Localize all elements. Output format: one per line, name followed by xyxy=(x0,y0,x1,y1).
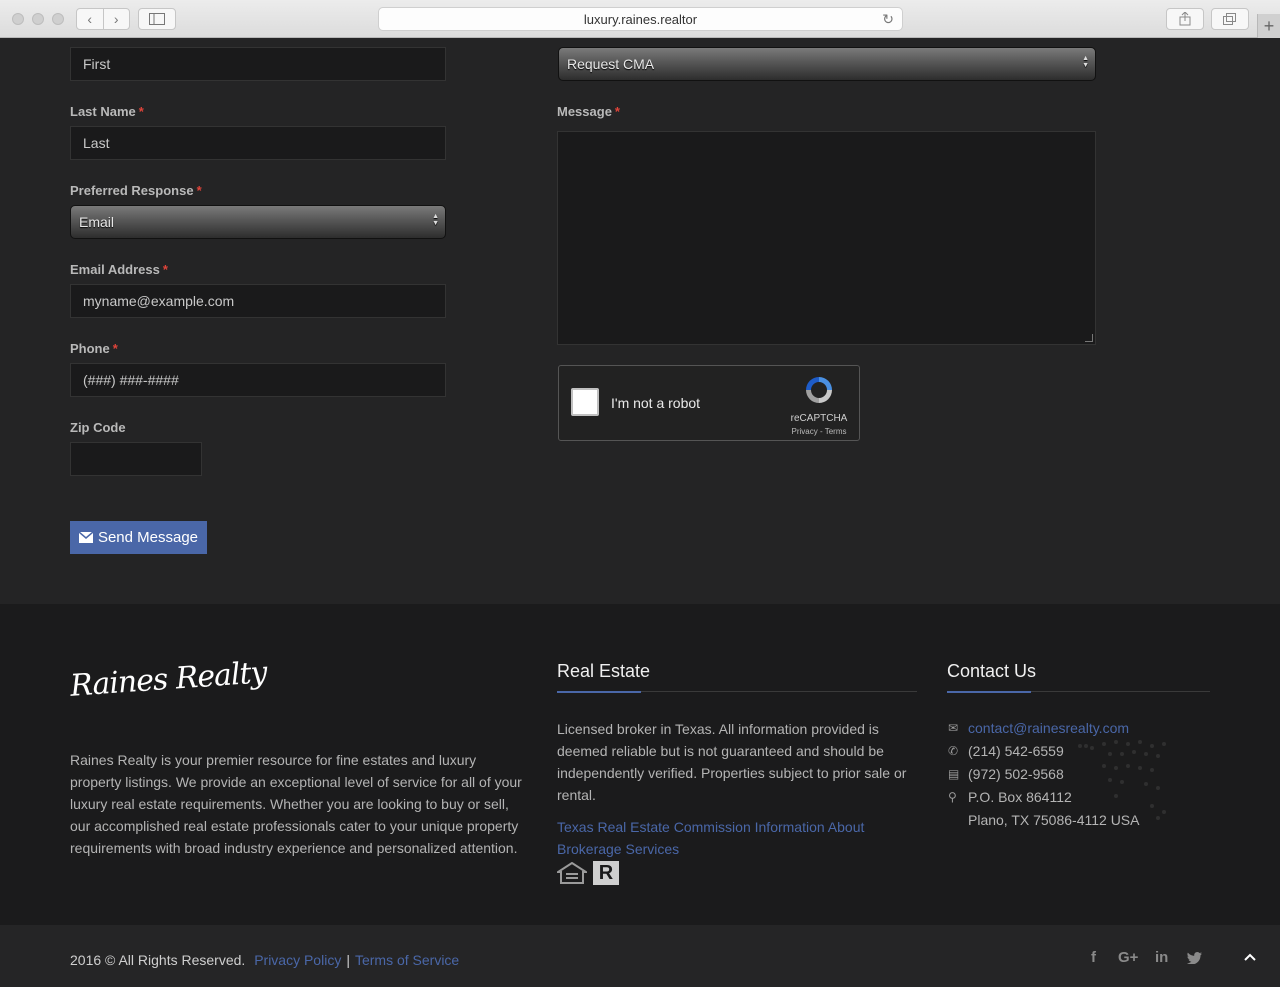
google-plus-icon[interactable]: G+ xyxy=(1118,949,1138,966)
required-mark: * xyxy=(196,183,202,198)
contact-email-row: ✉ contact@rainesrealty.com xyxy=(948,720,1129,736)
message-label: Message * xyxy=(557,104,620,119)
send-message-button[interactable]: Send Message xyxy=(70,521,207,554)
plus-icon: + xyxy=(1263,15,1275,36)
preferred-response-value: Email xyxy=(79,214,115,230)
preferred-response-label: Preferred Response * xyxy=(70,183,202,198)
contact-form: First Last Name * Last Preferred Response… xyxy=(0,38,1280,604)
email-label-text: Email Address xyxy=(70,262,160,277)
linkedin-icon[interactable]: in xyxy=(1155,949,1168,966)
zoom-window-button[interactable] xyxy=(52,13,64,25)
zip-code-label: Zip Code xyxy=(70,420,126,435)
recaptcha-privacy-terms[interactable]: Privacy - Terms xyxy=(789,427,849,436)
fax-icon: ▤ xyxy=(948,767,960,781)
real-estate-divider xyxy=(557,691,917,693)
first-name-input[interactable]: First xyxy=(70,47,446,81)
send-message-label: Send Message xyxy=(97,529,199,546)
chevron-right-icon: › xyxy=(113,11,119,27)
url-text: luxury.raines.realtor xyxy=(583,11,698,27)
real-estate-disclaimer: Licensed broker in Texas. All informatio… xyxy=(557,721,907,803)
recaptcha-widget: I'm not a robot reCAPTCHA Privacy - Term… xyxy=(558,365,860,441)
share-button[interactable] xyxy=(1166,8,1204,30)
resize-handle-icon[interactable] xyxy=(1085,334,1093,342)
phone-field[interactable]: (###) ###-#### xyxy=(70,363,446,397)
back-button[interactable]: ‹ xyxy=(77,9,103,29)
twitter-icon[interactable] xyxy=(1187,952,1202,964)
zip-code-field[interactable] xyxy=(70,442,202,476)
forward-button[interactable]: › xyxy=(102,9,130,29)
contact-heading: Contact Us xyxy=(947,661,1037,681)
equal-housing-icon xyxy=(557,862,587,884)
real-estate-heading: Real Estate xyxy=(557,661,651,681)
select-arrows-icon: ▲ ▼ xyxy=(432,213,439,227)
tabs-icon xyxy=(1223,13,1236,25)
preferred-response-label-text: Preferred Response xyxy=(70,183,194,198)
minimize-window-button[interactable] xyxy=(32,13,44,25)
recaptcha-brand: reCAPTCHA xyxy=(790,413,848,424)
site-footer: Raines Realty Raines Realty is your prem… xyxy=(0,604,1280,925)
email-label: Email Address * xyxy=(70,262,168,277)
facebook-icon[interactable]: f xyxy=(1091,949,1096,966)
raines-realty-logo[interactable]: Raines Realty xyxy=(69,655,268,704)
contact-divider xyxy=(947,691,1210,693)
bottom-bar: 2016 © All Rights Reserved. Privacy Poli… xyxy=(0,925,1280,987)
contact-fax-row: ▤ (972) 502-9568 xyxy=(948,766,1064,782)
contact-address-line2: Plano, TX 75086-4112 USA xyxy=(968,812,1140,828)
compliance-logos: R xyxy=(557,861,619,885)
share-icon xyxy=(1179,12,1191,26)
privacy-policy-link[interactable]: Privacy Policy xyxy=(254,952,341,968)
sidebar-toggle-button[interactable] xyxy=(138,8,176,30)
required-mark: * xyxy=(162,262,168,277)
reload-icon[interactable]: ↻ xyxy=(882,11,894,28)
close-window-button[interactable] xyxy=(12,13,24,25)
contact-fax: (972) 502-9568 xyxy=(968,766,1064,782)
email-field[interactable]: myname@example.com xyxy=(70,284,446,318)
tabs-overview-button[interactable] xyxy=(1211,8,1249,30)
sidebar-icon xyxy=(149,13,165,25)
request-type-value: Request CMA xyxy=(567,56,655,72)
map-marker-icon: ⚲ xyxy=(948,790,957,804)
contact-phone-row: ✆ (214) 542-6559 xyxy=(948,743,1064,759)
browser-toolbar: ‹ › luxury.raines.realtor ↻ + xyxy=(0,0,1280,38)
history-nav: ‹ › xyxy=(76,8,130,30)
last-name-label-text: Last Name xyxy=(70,104,136,119)
trec-link[interactable]: Texas Real Estate Commission Information… xyxy=(557,816,917,860)
chevron-left-icon: ‹ xyxy=(87,11,93,27)
request-type-select[interactable]: Request CMA ▲ ▼ xyxy=(558,47,1096,81)
link-divider: | xyxy=(346,952,350,968)
message-label-text: Message xyxy=(557,104,612,119)
envelope-icon xyxy=(78,532,93,543)
copyright-text: 2016 © All Rights Reserved. xyxy=(70,952,246,968)
contact-address-line1: P.O. Box 864112 xyxy=(968,789,1072,805)
last-name-label: Last Name * xyxy=(70,104,144,119)
chevron-up-icon[interactable] xyxy=(1244,953,1256,961)
phone-icon: ✆ xyxy=(948,744,959,758)
required-mark: * xyxy=(614,104,620,119)
about-text: Raines Realty is your premier resource f… xyxy=(70,752,522,856)
select-arrows-icon: ▲ ▼ xyxy=(1082,55,1089,69)
address-bar[interactable]: luxury.raines.realtor ↻ xyxy=(378,7,903,31)
terms-of-service-link[interactable]: Terms of Service xyxy=(355,952,459,968)
contact-phone: (214) 542-6559 xyxy=(968,743,1064,759)
contact-address-row: ⚲ P.O. Box 864112 xyxy=(948,789,1072,805)
contact-address-row-2: Plano, TX 75086-4112 USA xyxy=(968,812,1140,828)
realtor-logo-icon: R xyxy=(593,861,619,885)
last-name-input[interactable]: Last xyxy=(70,126,446,160)
recaptcha-icon xyxy=(806,377,832,403)
required-mark: * xyxy=(138,104,144,119)
recaptcha-logo: reCAPTCHA Privacy - Terms xyxy=(789,374,849,436)
envelope-icon: ✉ xyxy=(948,721,959,735)
phone-label-text: Phone xyxy=(70,341,110,356)
preferred-response-select[interactable]: Email ▲ ▼ xyxy=(70,205,446,239)
recaptcha-label: I'm not a robot xyxy=(611,395,701,411)
contact-email-link[interactable]: contact@rainesrealty.com xyxy=(968,720,1129,736)
message-textarea[interactable] xyxy=(557,131,1096,345)
new-tab-button[interactable]: + xyxy=(1257,14,1280,38)
recaptcha-checkbox[interactable] xyxy=(571,388,599,416)
required-mark: * xyxy=(112,341,118,356)
phone-label: Phone * xyxy=(70,341,118,356)
copyright: 2016 © All Rights Reserved. Privacy Poli… xyxy=(70,952,459,968)
